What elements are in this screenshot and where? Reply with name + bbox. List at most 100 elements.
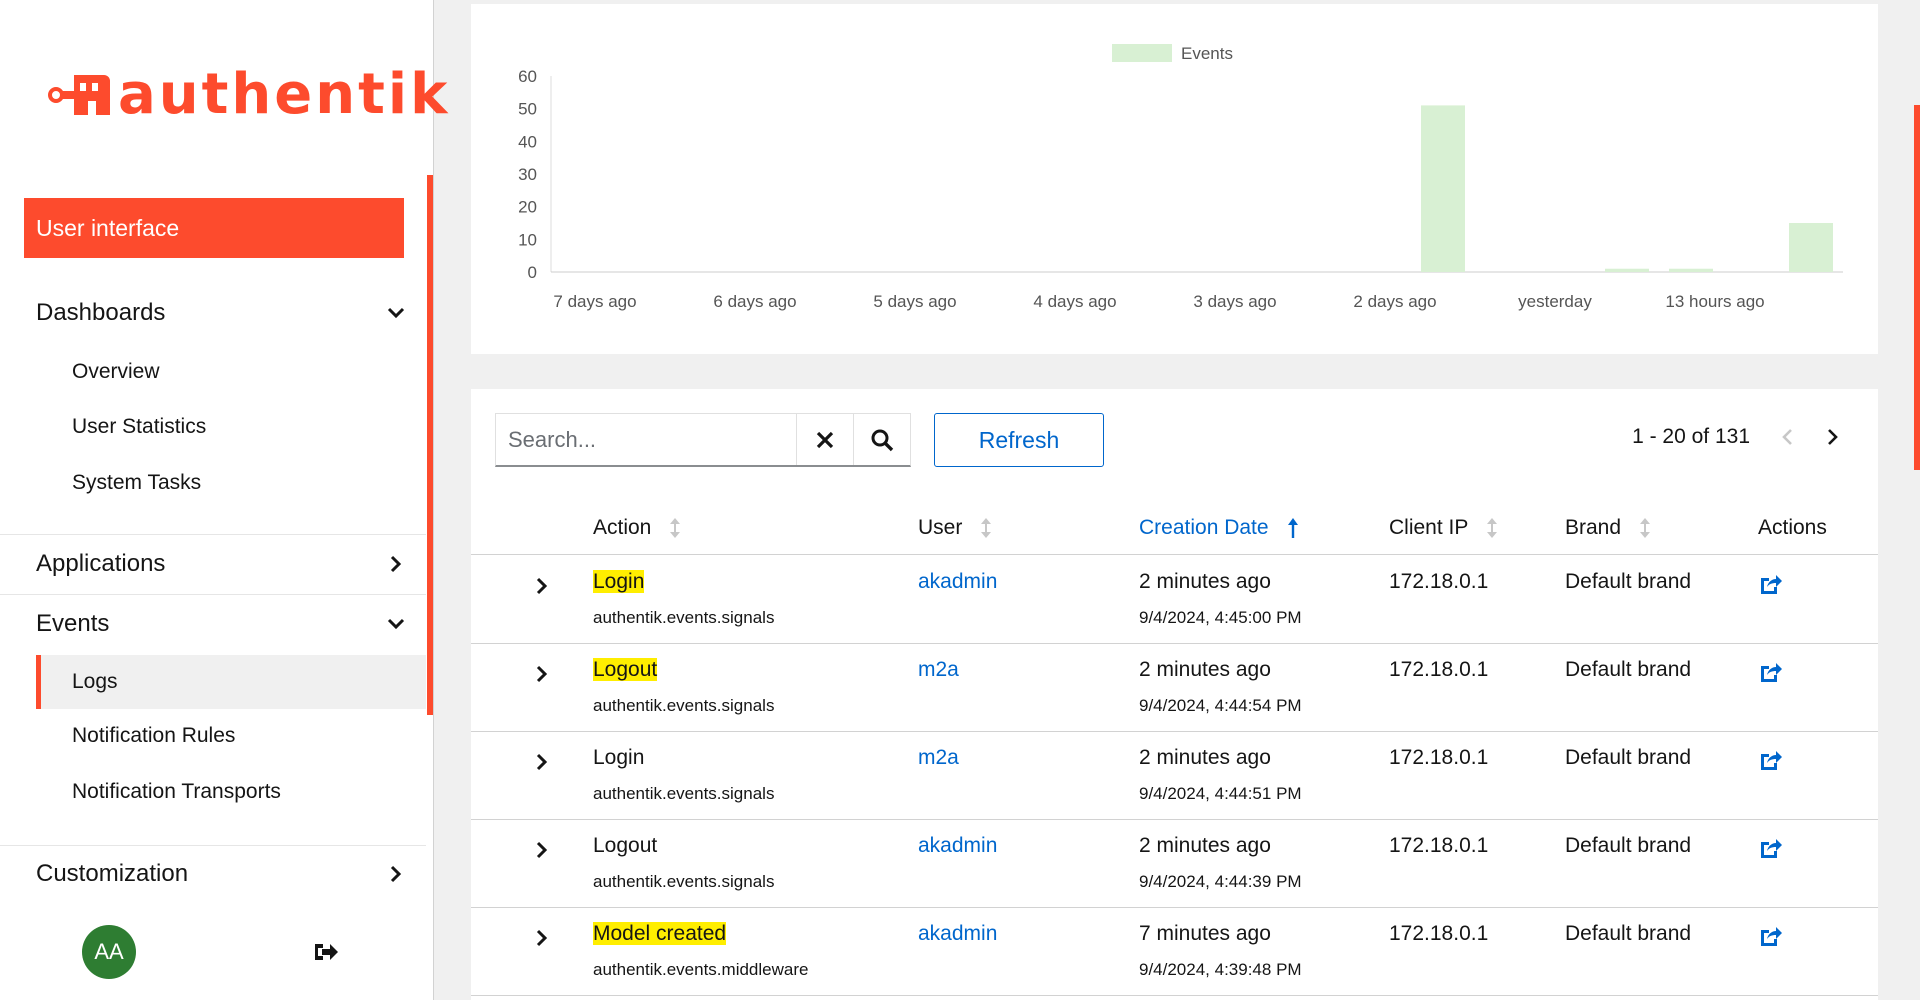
previous-page-button[interactable] — [1778, 428, 1796, 446]
table-header: Action User Creation Date Client IP Bran… — [471, 501, 1878, 555]
table-row: Logout authentik.events.signals akadmin 2 m… — [471, 820, 1878, 908]
event-user-link[interactable]: akadmin — [918, 834, 997, 858]
nav-group-dashboards[interactable]: Dashboards — [0, 293, 426, 333]
divider — [0, 594, 426, 595]
column-header-user[interactable]: User — [918, 501, 994, 555]
chevron-right-icon — [1828, 429, 1838, 445]
event-app: authentik.events.signals — [593, 608, 775, 627]
event-date-relative: 7 minutes ago — [1139, 922, 1271, 945]
page-scroll-indicator[interactable] — [1914, 105, 1920, 470]
nav-group-customization[interactable]: Customization — [0, 854, 426, 894]
refresh-button[interactable]: Refresh — [934, 413, 1104, 467]
events-chart: Events 0 10 20 30 40 50 60 7 days ago 6 days ago 5… — [518, 44, 1843, 311]
y-tick-label: 30 — [518, 165, 537, 184]
divider — [0, 534, 426, 535]
chart-bar — [1605, 268, 1649, 272]
divider — [0, 845, 426, 846]
sort-icon — [980, 518, 994, 538]
expand-row-button[interactable] — [535, 840, 551, 860]
event-client-ip: 172.18.0.1 — [1389, 570, 1489, 593]
sign-out-icon[interactable] — [312, 938, 340, 966]
x-tick-label: 7 days ago — [553, 292, 636, 311]
sort-icon — [1486, 518, 1500, 538]
legend-swatch — [1112, 44, 1172, 62]
chevron-down-icon — [386, 614, 406, 634]
nav-group-events[interactable]: Events — [0, 604, 426, 644]
open-event-button[interactable] — [1758, 836, 1782, 860]
nav-group-label: Applications — [36, 550, 166, 577]
event-user-link[interactable]: akadmin — [918, 570, 997, 594]
nav-item-user-statistics[interactable]: User Statistics — [0, 402, 426, 452]
avatar[interactable]: AA — [82, 925, 136, 979]
expand-row-button[interactable] — [535, 576, 551, 596]
open-event-button[interactable] — [1758, 660, 1782, 684]
event-user-link[interactable]: m2a — [918, 658, 959, 682]
event-action-label: Login — [593, 570, 645, 593]
search-button[interactable] — [853, 414, 910, 465]
sort-icon — [1639, 518, 1653, 538]
search-input[interactable] — [496, 414, 796, 465]
events-chart-card: Events 0 10 20 30 40 50 60 7 days ago 6 days ago 5… — [471, 4, 1878, 354]
authentik-logo[interactable]: authentik — [48, 62, 450, 127]
event-date-relative: 2 minutes ago — [1139, 834, 1271, 857]
nav-group-label: Customization — [36, 860, 189, 887]
expand-row-button[interactable] — [535, 928, 551, 948]
x-tick-label: 13 hours ago — [1665, 292, 1764, 311]
next-page-button[interactable] — [1824, 428, 1842, 446]
x-tick-label: 3 days ago — [1193, 292, 1276, 311]
event-user-link[interactable]: m2a — [918, 746, 959, 770]
column-label: Client IP — [1389, 516, 1469, 539]
chart-bar — [1669, 268, 1713, 272]
event-client-ip: 172.18.0.1 — [1389, 746, 1489, 769]
close-icon — [816, 431, 834, 448]
event-action: Login — [593, 746, 644, 770]
sidebar-scroll-indicator — [427, 175, 433, 715]
nav-item-system-tasks[interactable]: System Tasks — [0, 458, 426, 508]
x-tick-label: yesterday — [1518, 292, 1592, 311]
y-tick-label: 20 — [518, 198, 537, 217]
expand-row-button[interactable] — [535, 752, 551, 772]
user-interface-button[interactable]: User interface — [24, 198, 404, 258]
event-app: authentik.events.signals — [593, 872, 775, 891]
event-date-absolute: 9/4/2024, 4:45:00 PM — [1139, 608, 1302, 627]
column-header-creation-date[interactable]: Creation Date — [1139, 501, 1301, 555]
open-event-button[interactable] — [1758, 748, 1782, 772]
chevron-right-icon — [386, 864, 406, 884]
nav-group-label: Dashboards — [36, 299, 166, 326]
nav-group-applications[interactable]: Applications — [0, 544, 426, 584]
chart-bar — [1789, 223, 1833, 272]
share-square-icon — [1761, 663, 1782, 682]
sort-icon — [669, 518, 683, 538]
event-brand: Default brand — [1565, 570, 1692, 593]
nav-item-notification-rules[interactable]: Notification Rules — [0, 711, 426, 761]
event-user-link[interactable]: akadmin — [918, 922, 997, 946]
expand-row-button[interactable] — [535, 664, 551, 684]
events-table-card: Refresh 1 - 20 of 131 Action User Creati… — [471, 389, 1878, 1000]
table-row: Login authentik.events.signals akadmin 2 mi… — [471, 556, 1878, 644]
search-box — [495, 413, 911, 467]
chevron-right-icon — [536, 753, 548, 771]
logo-text: authentik — [118, 62, 451, 127]
event-client-ip: 172.18.0.1 — [1389, 658, 1489, 681]
chevron-down-icon — [386, 303, 406, 323]
event-app: authentik.events.signals — [593, 696, 775, 715]
table-row: Logout authentik.events.signals m2a 2 minut… — [471, 644, 1878, 732]
nav-item-notification-transports[interactable]: Notification Transports — [0, 767, 426, 817]
column-header-action[interactable]: Action — [593, 501, 683, 555]
pagination: 1 - 20 of 131 — [1632, 425, 1842, 449]
column-header-client-ip[interactable]: Client IP — [1389, 501, 1500, 555]
nav-item-logs[interactable]: Logs — [36, 655, 426, 709]
clear-search-button[interactable] — [796, 414, 853, 465]
column-header-brand[interactable]: Brand — [1565, 501, 1653, 555]
event-action-label: Logout — [593, 834, 658, 857]
search-icon — [871, 429, 894, 451]
event-date-absolute: 9/4/2024, 4:44:54 PM — [1139, 696, 1302, 715]
y-tick-label: 50 — [518, 100, 537, 119]
open-event-button[interactable] — [1758, 572, 1782, 596]
sidebar: authentik User interface Dashboards Over… — [0, 0, 447, 1000]
event-client-ip: 172.18.0.1 — [1389, 922, 1489, 945]
logo-icon — [48, 74, 110, 115]
event-action: Login — [593, 570, 645, 594]
open-event-button[interactable] — [1758, 924, 1782, 948]
nav-item-overview[interactable]: Overview — [0, 347, 426, 397]
